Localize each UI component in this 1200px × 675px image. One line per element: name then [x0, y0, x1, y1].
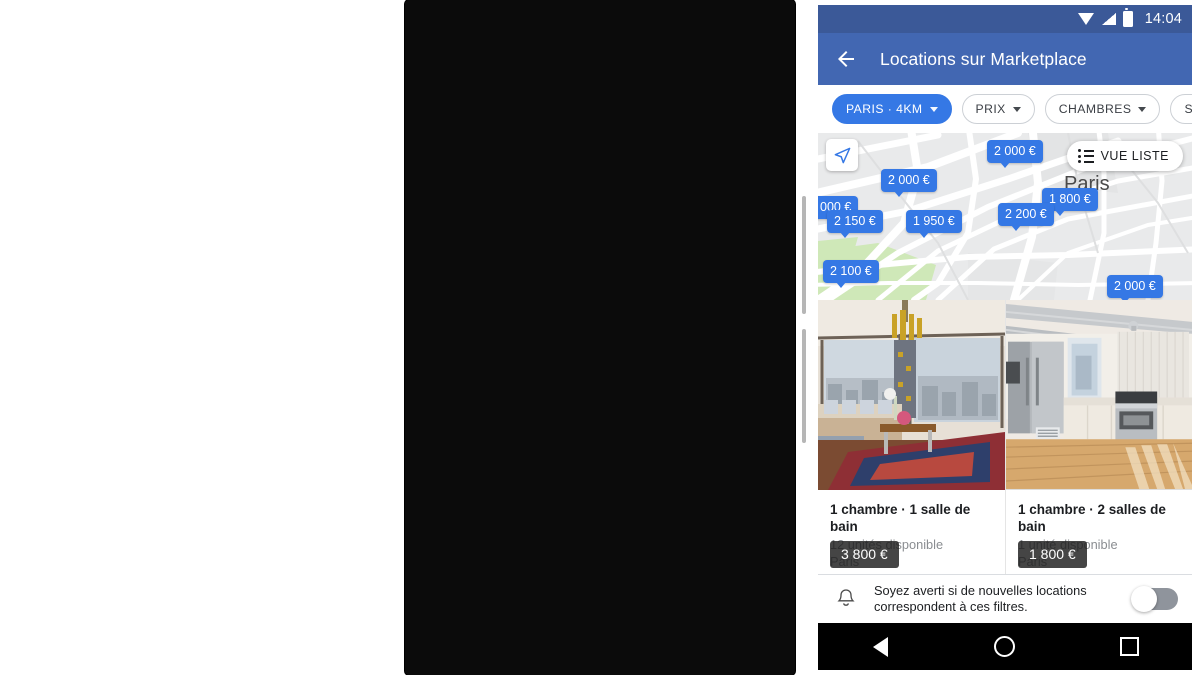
status-bar-time: 14:04 — [1144, 11, 1182, 27]
listing-title: 1 chambre · 1 salle de bain — [830, 502, 971, 534]
listing-card[interactable]: 3 800 € 1 chambre · 1 salle de bain 12 u… — [818, 300, 1005, 580]
chevron-down-icon — [929, 106, 938, 112]
phone-screen: 14:04 Locations sur Marketplace PARIS · … — [818, 5, 1192, 670]
listing-title: 1 chambre · 2 salles de bain — [1018, 502, 1166, 534]
filter-chip-label: PRIX — [975, 102, 1006, 116]
filter-chip-label: PARIS · 4KM — [846, 102, 923, 116]
bell-icon — [834, 587, 858, 611]
filter-chip-bar: PARIS · 4KM PRIX CHAMBRES SALLES DE — [818, 85, 1192, 133]
notification-line-1: Soyez averti si de nouvelles locations — [874, 583, 1087, 598]
back-arrow-icon[interactable] — [834, 47, 858, 71]
chevron-down-icon — [1138, 106, 1147, 112]
navigate-arrow-icon[interactable] — [826, 139, 858, 171]
map-price-pin[interactable]: 2 000 € — [987, 140, 1043, 168]
nav-recents-button[interactable] — [1100, 623, 1160, 670]
list-icon — [1078, 149, 1094, 163]
toggle-knob — [1131, 586, 1157, 612]
status-bar: 14:04 — [818, 5, 1192, 33]
listing-price-badge: 1 800 € — [1018, 541, 1087, 568]
map-view[interactable]: Paris VUE LISTE 2 000 € 2 000 € 000 € 1 … — [818, 133, 1192, 300]
notification-text: Soyez averti si de nouvelles locations c… — [874, 583, 1132, 615]
chevron-down-icon — [1012, 106, 1021, 112]
map-price-pin[interactable]: 2 150 € — [827, 210, 883, 238]
scroll-indicator-upper[interactable] — [802, 196, 806, 314]
battery-icon — [1122, 8, 1133, 27]
signal-icon — [1101, 13, 1116, 25]
notification-alert-bar: Soyez averti si de nouvelles locations c… — [818, 574, 1192, 623]
filter-chip-location[interactable]: PARIS · 4KM — [832, 94, 952, 124]
map-price-pin[interactable]: 1 950 € — [906, 210, 962, 238]
map-price-pin[interactable]: 2 100 € — [823, 260, 879, 288]
recents-square-icon — [1120, 637, 1140, 656]
home-circle-icon — [994, 636, 1016, 657]
screenshot-canvas: 14:04 Locations sur Marketplace PARIS · … — [0, 0, 1200, 675]
list-view-label: VUE LISTE — [1100, 149, 1169, 163]
map-price-pin[interactable]: 2 200 € — [998, 203, 1054, 231]
notification-line-2: correspondent à ces filtres. — [874, 599, 1028, 614]
wifi-icon — [1077, 13, 1095, 25]
listing-card[interactable]: 1 800 € 1 chambre · 2 salles de bain 1 u… — [1005, 300, 1192, 580]
nav-back-button[interactable] — [850, 623, 910, 670]
filter-chip-label: CHAMBRES — [1058, 102, 1132, 116]
back-triangle-icon — [872, 636, 888, 657]
filter-chip-bedrooms[interactable]: CHAMBRES — [1044, 94, 1161, 124]
android-nav-bar — [818, 623, 1192, 670]
filter-chip-price[interactable]: PRIX — [961, 94, 1035, 124]
kitchen-photo — [1006, 300, 1192, 490]
app-bar: Locations sur Marketplace — [818, 33, 1192, 85]
notification-toggle[interactable] — [1131, 586, 1178, 612]
scroll-indicator-lower[interactable] — [802, 329, 806, 443]
nav-home-button[interactable] — [975, 623, 1035, 670]
list-view-button[interactable]: VUE LISTE — [1066, 141, 1183, 171]
phone-device-frame: 14:04 Locations sur Marketplace PARIS · … — [405, 0, 1192, 675]
listings-grid[interactable]: 3 800 € 1 chambre · 1 salle de bain 12 u… — [818, 300, 1192, 583]
map-price-pin[interactable]: 2 000 € — [1107, 275, 1163, 300]
listing-price-badge: 3 800 € — [830, 541, 899, 568]
living-room-photo — [818, 300, 1005, 490]
filter-chip-bathrooms[interactable]: SALLES DE — [1170, 94, 1192, 124]
map-price-pin[interactable]: 2 000 € — [881, 169, 937, 197]
filter-chip-label: SALLES DE — [1184, 102, 1192, 116]
page-title: Locations sur Marketplace — [880, 48, 1087, 69]
listing-row: 3 800 € 1 chambre · 1 salle de bain 12 u… — [818, 300, 1192, 580]
